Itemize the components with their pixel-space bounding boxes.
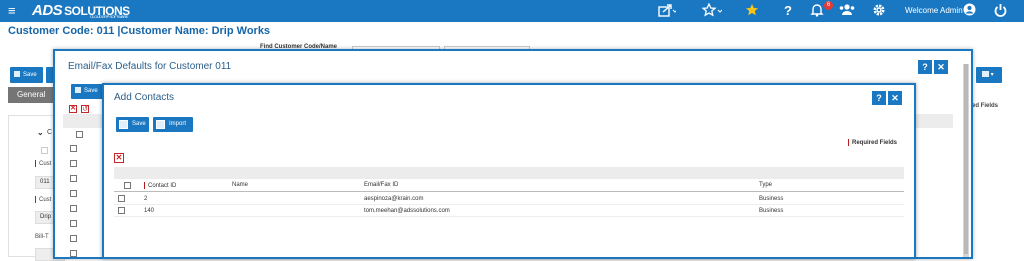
page-title: Customer Code: 011 |Customer Name: Drip … [8, 25, 271, 37]
favorite-star-filled-icon[interactable] [745, 3, 760, 17]
logo-subtitle: CLOUD ERP SOFTWARE [90, 14, 128, 19]
outer-save-button[interactable]: Save [71, 84, 103, 99]
select-all-checkbox[interactable] [124, 182, 131, 189]
outer-row-checkbox[interactable] [70, 160, 77, 167]
import-label: Import [169, 121, 187, 127]
outer-save-label: Save [84, 88, 98, 94]
dropdown-caret-icon: ▾ [990, 72, 994, 78]
users-group-icon[interactable] [838, 3, 856, 17]
customer-code-label: Cust [35, 160, 51, 167]
settings-gear-icon[interactable] [872, 3, 886, 17]
contacts-table-toolbar [114, 167, 904, 179]
ads-solutions-logo[interactable]: ADS SOLUTIONS CLOUD ERP SOFTWARE [32, 2, 130, 19]
type-cell: Business [759, 196, 784, 202]
row-checkbox[interactable] [118, 195, 125, 202]
section-header-label: C [47, 129, 53, 136]
inner-save-button[interactable]: Save [116, 117, 149, 132]
outer-delete-icon[interactable]: ✕ [69, 105, 77, 113]
background-right-area: ▾ ed Fields [972, 60, 1024, 257]
top-navigation-bar: ≡ ADS SOLUTIONS CLOUD ERP SOFTWARE ? 6 We… [0, 0, 1024, 22]
add-contacts-dialog: Add Contacts ? ✕ Save Import Required Fi… [102, 83, 916, 259]
contact-id-cell: 140 [144, 208, 155, 214]
scrollbar-thumb[interactable] [964, 64, 968, 254]
email-fax-dialog-title: Email/Fax Defaults for Customer 011 [68, 61, 232, 72]
column-header-contact-id[interactable]: Contact ID [144, 182, 176, 189]
outer-row-checkbox[interactable] [70, 235, 77, 242]
column-header-type[interactable]: Type [759, 182, 772, 188]
import-icon [156, 120, 165, 129]
outer-row-checkbox[interactable] [70, 175, 77, 182]
notification-count-badge: 6 [824, 1, 833, 10]
bill-to-label: Bill-T [35, 234, 49, 240]
page-save-label: Save [23, 72, 37, 78]
email-cell: aespinoza@krain.com [364, 196, 424, 202]
save-disk-icon [14, 71, 20, 78]
page-options-button[interactable]: ▾ [976, 67, 1002, 83]
share-icon[interactable] [658, 3, 676, 17]
page-required-fields-label: ed Fields [972, 103, 999, 109]
user-account-icon[interactable] [963, 3, 976, 16]
outer-dialog-help-button[interactable]: ? [918, 60, 932, 74]
hamburger-menu-icon[interactable]: ≡ [8, 3, 16, 18]
outer-undo-icon[interactable]: ↺ [81, 105, 89, 113]
row-checkbox[interactable] [118, 207, 125, 214]
outer-row-checkbox[interactable] [70, 220, 77, 227]
outer-dialog-scrollbar[interactable] [963, 64, 969, 257]
inner-dialog-help-button[interactable]: ? [872, 91, 886, 105]
column-header-email-fax-id[interactable]: Email/Fax ID [364, 182, 398, 188]
page-save-button[interactable]: Save [10, 67, 43, 83]
contact-id-cell: 2 [144, 196, 148, 202]
outer-row-checkbox[interactable] [70, 190, 77, 197]
collapse-chevron-icon[interactable]: ⌄ [37, 128, 44, 137]
contacts-table-header: Contact ID Name Email/Fax ID Type [114, 179, 904, 192]
required-fields-label: Required Fields [848, 139, 897, 146]
outer-row-checkbox[interactable] [70, 145, 77, 152]
table-row[interactable]: 2 aespinoza@krain.com Business [114, 193, 904, 205]
save-disk-icon [119, 120, 128, 129]
outer-row-checkbox[interactable] [70, 250, 77, 257]
outer-select-all-checkbox[interactable] [76, 131, 83, 138]
help-icon[interactable]: ? [784, 3, 792, 18]
customer-name-label: Cust [35, 196, 51, 203]
power-logout-icon[interactable] [994, 3, 1007, 17]
add-contacts-title: Add Contacts [114, 92, 175, 103]
email-cell: tom.meehan@adssolutions.com [364, 208, 450, 214]
welcome-user-text: Welcome Admin [905, 6, 963, 15]
favorites-star-outline-icon[interactable] [702, 3, 722, 17]
save-disk-icon [75, 87, 81, 94]
section-checkbox[interactable] [41, 147, 48, 154]
inner-dialog-close-button[interactable]: ✕ [888, 91, 902, 105]
inner-save-label: Save [132, 121, 146, 127]
type-cell: Business [759, 208, 784, 214]
outer-dialog-close-button[interactable]: ✕ [934, 60, 948, 74]
outer-row-checkbox[interactable] [70, 205, 77, 212]
options-grid-icon [982, 71, 989, 78]
import-button[interactable]: Import [153, 117, 193, 132]
table-row[interactable]: 140 tom.meehan@adssolutions.com Business [114, 205, 904, 217]
column-header-name[interactable]: Name [232, 182, 248, 188]
logo-main-text: ADS [32, 2, 63, 19]
delete-selected-icon[interactable]: ✕ [114, 153, 124, 163]
notifications-bell-icon[interactable] [810, 3, 824, 17]
